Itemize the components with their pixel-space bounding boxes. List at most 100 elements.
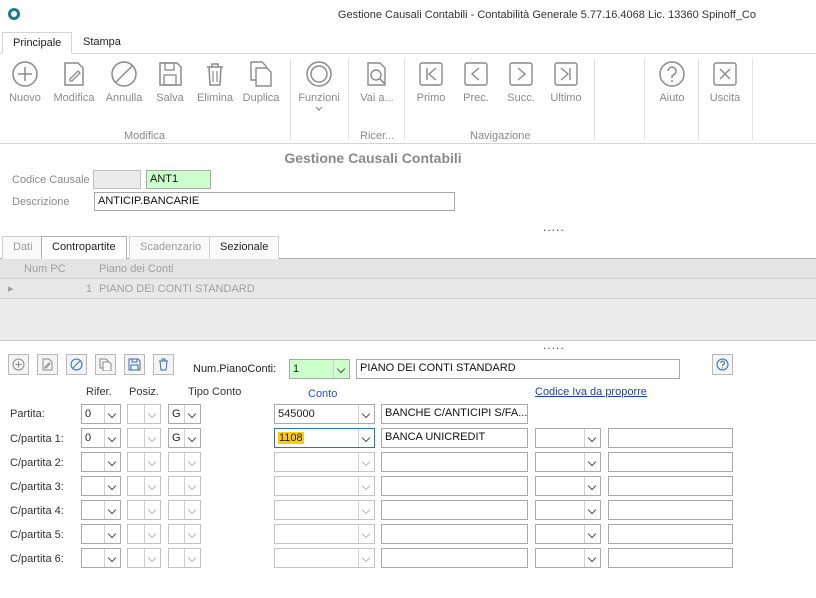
ultimo-button[interactable]: Ultimo (542, 60, 590, 114)
conto-dropdown[interactable] (274, 476, 375, 496)
add-row-button[interactable] (8, 354, 29, 375)
chevron-down-icon[interactable] (358, 429, 374, 447)
iva-desc-field[interactable] (608, 500, 733, 520)
posiz-dropdown[interactable] (127, 452, 161, 472)
help-button[interactable] (712, 354, 733, 375)
conto-desc-field[interactable] (381, 500, 528, 520)
chevron-down-icon[interactable] (144, 525, 160, 543)
posiz-dropdown[interactable] (127, 548, 161, 568)
posiz-dropdown[interactable] (127, 500, 161, 520)
rifer-dropdown[interactable]: 0 (81, 428, 121, 448)
table-row[interactable]: ▸ 1 PIANO DEI CONTI STANDARD (0, 279, 816, 299)
rifer-dropdown[interactable] (81, 548, 121, 568)
tipo-conto-dropdown[interactable] (168, 452, 201, 472)
chevron-down-icon[interactable] (184, 501, 200, 519)
tab-scadenzario[interactable]: Scadenzario (129, 236, 213, 259)
splitter-handle[interactable]: ..... (543, 338, 565, 352)
piano-desc-field[interactable]: PIANO DEI CONTI STANDARD (356, 359, 680, 379)
tab-dati[interactable]: Dati (2, 236, 44, 259)
tipo-conto-dropdown[interactable]: G (168, 428, 201, 448)
chevron-down-icon[interactable] (584, 501, 600, 519)
tab-stampa[interactable]: Stampa (73, 32, 131, 54)
rifer-dropdown[interactable] (81, 476, 121, 496)
rifer-dropdown[interactable] (81, 524, 121, 544)
conto-dropdown[interactable]: 545000 (274, 404, 375, 424)
tipo-conto-dropdown[interactable] (168, 500, 201, 520)
nuovo-button[interactable]: Nuovo (1, 60, 49, 114)
conto-desc-field[interactable] (381, 524, 528, 544)
salva-button[interactable]: Salva (146, 60, 194, 114)
chevron-down-icon[interactable] (184, 477, 200, 495)
aiuto-button[interactable]: Aiuto (648, 60, 696, 114)
conto-dropdown[interactable]: 1108 (274, 428, 375, 448)
grid-column-piano[interactable]: Piano dei Conti (99, 263, 174, 275)
tipo-conto-dropdown[interactable] (168, 548, 201, 568)
tipo-conto-dropdown[interactable]: G (168, 404, 201, 424)
edit-row-button[interactable] (37, 354, 58, 375)
modifica-button[interactable]: Modifica (50, 60, 98, 114)
conto-desc-field[interactable] (381, 476, 528, 496)
chevron-down-icon[interactable] (358, 453, 374, 471)
tab-principale[interactable]: Principale (2, 32, 73, 54)
elimina-button[interactable]: Elimina (191, 60, 239, 114)
chevron-down-icon[interactable] (144, 477, 160, 495)
codice-iva-dropdown[interactable] (535, 500, 601, 520)
posiz-dropdown[interactable] (127, 524, 161, 544)
rifer-dropdown[interactable] (81, 500, 121, 520)
vai-button[interactable]: Vai a... (353, 60, 401, 114)
codice-iva-dropdown[interactable] (535, 548, 601, 568)
duplica-button[interactable]: Duplica (237, 60, 285, 114)
conto-desc-field[interactable]: BANCHE C/ANTICIPI S/FA... (381, 404, 528, 424)
codice-iva-dropdown[interactable] (535, 452, 601, 472)
prec-button[interactable]: Prec. (452, 60, 500, 114)
chevron-down-icon[interactable] (358, 525, 374, 543)
iva-desc-field[interactable] (608, 524, 733, 544)
chevron-down-icon[interactable] (358, 501, 374, 519)
tipo-conto-dropdown[interactable] (168, 476, 201, 496)
descrizione-field[interactable]: ANTICIP.BANCARIE (94, 192, 455, 211)
tab-sezionale[interactable]: Sezionale (209, 236, 280, 259)
chevron-down-icon[interactable] (333, 360, 349, 378)
chevron-down-icon[interactable] (358, 549, 374, 567)
rifer-dropdown[interactable] (81, 452, 121, 472)
chevron-down-icon[interactable] (104, 501, 120, 519)
chevron-down-icon[interactable] (104, 429, 120, 447)
chevron-down-icon[interactable] (184, 405, 200, 423)
conto-dropdown[interactable] (274, 524, 375, 544)
chevron-down-icon[interactable] (358, 477, 374, 495)
iva-desc-field[interactable] (608, 452, 733, 472)
grid-column-num-pc[interactable]: Num PC (24, 263, 66, 275)
chevron-down-icon[interactable] (584, 453, 600, 471)
succ-button[interactable]: Succ. (497, 60, 545, 114)
chevron-down-icon[interactable] (584, 549, 600, 567)
iva-desc-field[interactable] (608, 428, 733, 448)
funzioni-button[interactable]: Funzioni (295, 60, 343, 114)
tipo-conto-dropdown[interactable] (168, 524, 201, 544)
rifer-dropdown[interactable]: 0 (81, 404, 121, 424)
chevron-down-icon[interactable] (144, 405, 160, 423)
chevron-down-icon[interactable] (184, 525, 200, 543)
conto-dropdown[interactable] (274, 452, 375, 472)
codice-iva-link[interactable]: Codice Iva da proporre (535, 386, 647, 398)
splitter-handle[interactable]: ..... (543, 220, 565, 234)
chevron-down-icon[interactable] (184, 453, 200, 471)
chevron-down-icon[interactable] (104, 549, 120, 567)
posiz-dropdown[interactable] (127, 404, 161, 424)
uscita-button[interactable]: Uscita (701, 60, 749, 114)
chevron-down-icon[interactable] (144, 549, 160, 567)
app-icon[interactable] (8, 8, 20, 20)
codice-iva-dropdown[interactable] (535, 476, 601, 496)
chevron-down-icon[interactable] (584, 477, 600, 495)
tab-contropartite[interactable]: Contropartite (41, 236, 127, 260)
annulla-button[interactable]: Annulla (100, 60, 148, 114)
num-piano-dropdown[interactable]: 1 (289, 359, 350, 379)
chevron-down-icon[interactable] (584, 429, 600, 447)
codice-iva-dropdown[interactable] (535, 428, 601, 448)
codice-causale-field[interactable]: ANT1 (146, 170, 211, 189)
chevron-down-icon[interactable] (144, 501, 160, 519)
conto-dropdown[interactable] (274, 500, 375, 520)
posiz-dropdown[interactable] (127, 476, 161, 496)
chevron-down-icon[interactable] (144, 429, 160, 447)
conto-desc-field[interactable] (381, 452, 528, 472)
chevron-down-icon[interactable] (184, 549, 200, 567)
